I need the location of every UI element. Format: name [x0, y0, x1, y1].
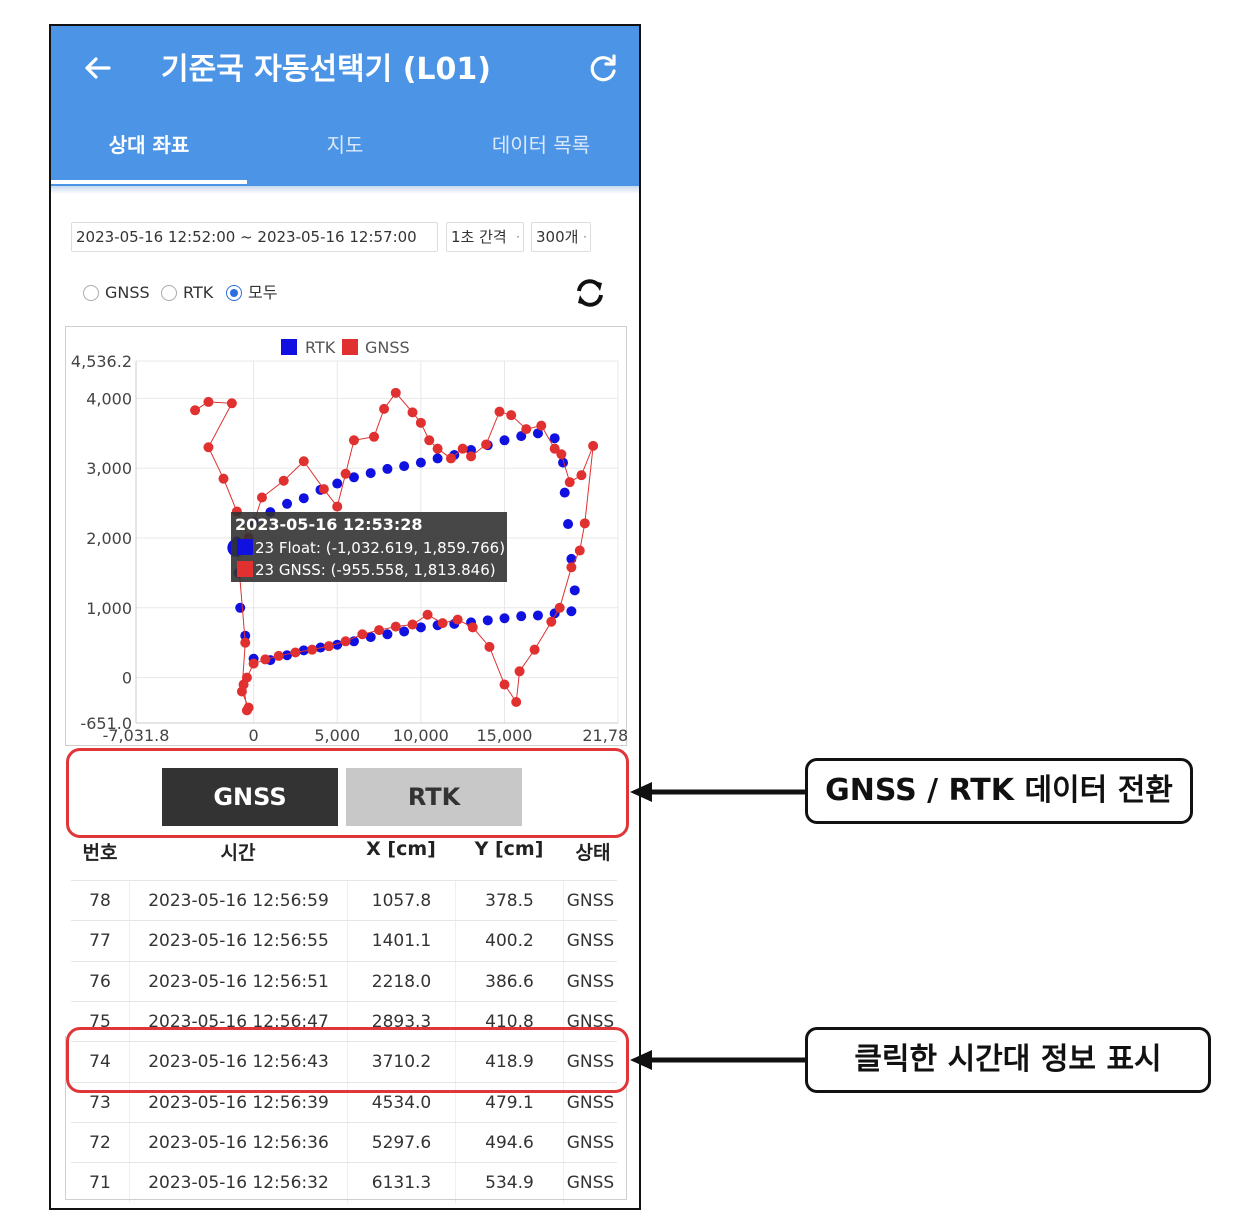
callout-toggle-label: GNSS / RTK 데이터 전환: [805, 758, 1193, 824]
figure-stage: 기준국 자동선택기 (L01) 상대 좌표 지도 데이터 목록 2023-05-…: [0, 0, 1250, 1228]
callout-row-label: 클릭한 시간대 정보 표시: [805, 1027, 1211, 1093]
arrow-left-icon: [630, 1050, 806, 1070]
arrow-left-icon: [630, 782, 806, 802]
